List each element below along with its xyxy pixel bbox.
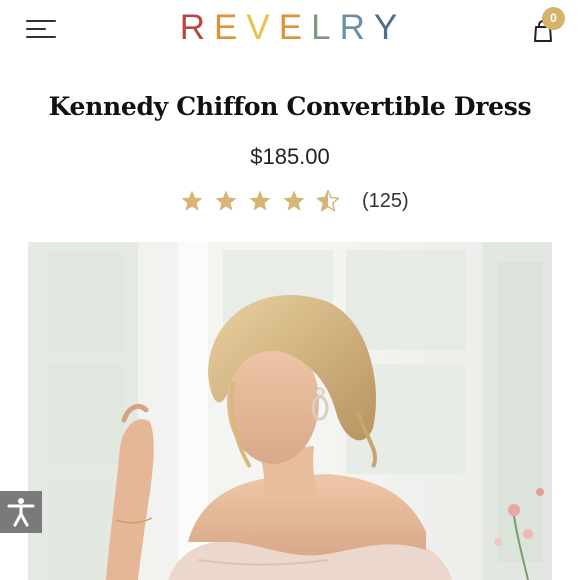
site-header: REVELRY 0 — [0, 0, 580, 62]
logo-letter: R — [339, 8, 374, 47]
logo-letter: E — [278, 8, 312, 47]
product-price: $185.00 — [250, 144, 330, 169]
product-photo[interactable] — [28, 242, 552, 580]
logo-letter: V — [246, 8, 279, 47]
star-icon — [215, 190, 237, 211]
product-rating[interactable]: (125) — [180, 184, 409, 218]
logo-letter: L — [311, 8, 340, 47]
star-icon — [283, 190, 305, 211]
logo-letter: E — [214, 8, 247, 47]
half-star-icon — [316, 189, 340, 212]
product-title: Kennedy Chiffon Convertible Dress — [48, 92, 532, 121]
cart-count-badge: 0 — [542, 7, 565, 30]
star-icon — [181, 190, 203, 211]
review-count[interactable]: (125) — [362, 190, 409, 213]
revelry-logo[interactable]: REVELRY — [0, 8, 580, 48]
accessibility-icon — [7, 498, 35, 527]
accessibility-button[interactable] — [0, 491, 42, 533]
logo-letter: Y — [373, 8, 407, 47]
star-icon — [249, 190, 271, 211]
product-image — [28, 242, 552, 580]
logo-letter: R — [179, 8, 215, 47]
